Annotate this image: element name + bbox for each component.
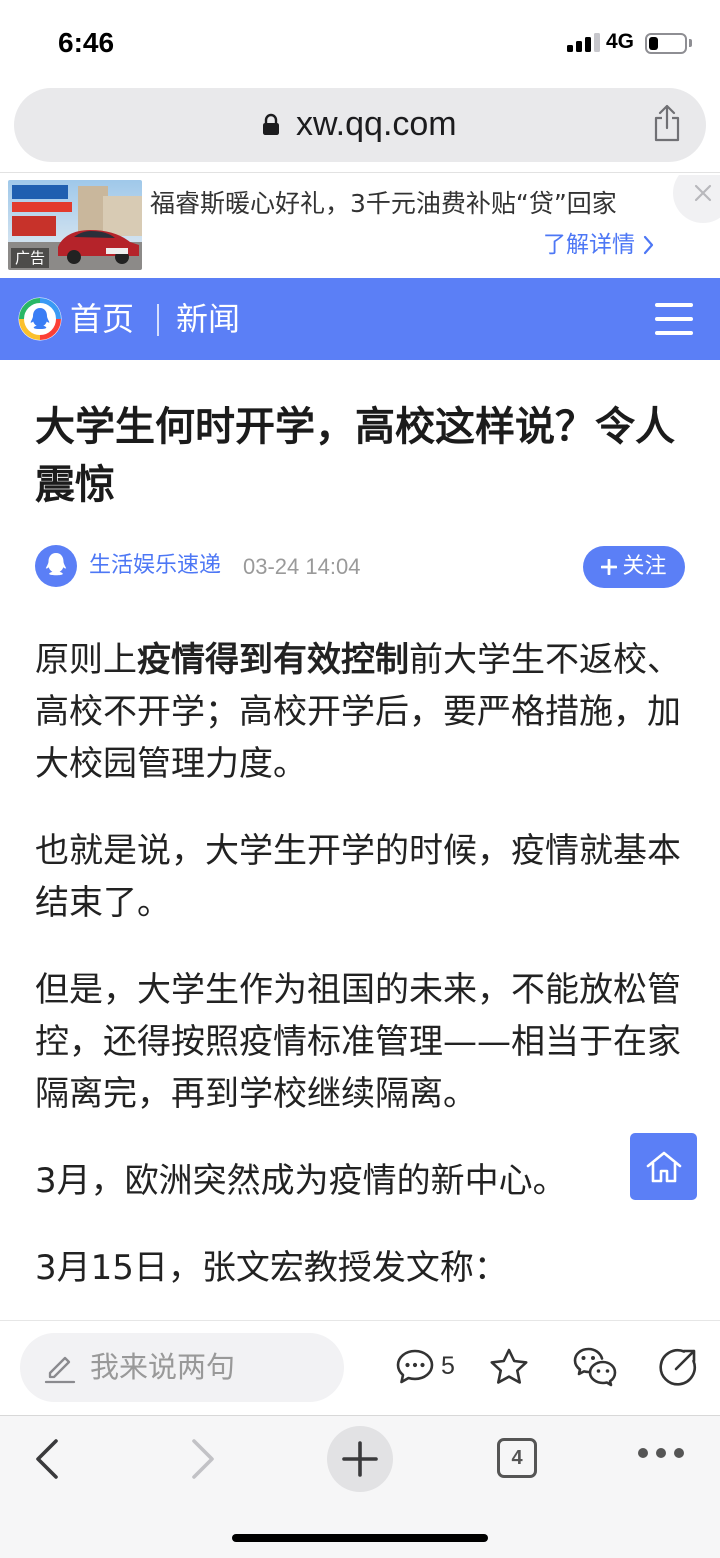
article-title: 大学生何时开学，高校这样说？令人震惊: [35, 404, 675, 508]
plus-icon: [342, 1441, 378, 1477]
comment-icon[interactable]: [395, 1348, 435, 1386]
wechat-icon[interactable]: [572, 1346, 618, 1388]
floating-home-button[interactable]: [630, 1133, 697, 1200]
lock-icon: [262, 113, 280, 136]
ad-learn-more-link[interactable]: 了解详情: [543, 229, 654, 261]
comment-bar: 我来说两句 5: [0, 1320, 720, 1415]
url-text[interactable]: xw.qq.com: [296, 104, 457, 144]
ad-text[interactable]: 福睿斯暖心好礼，3千元油费补贴“贷”回家: [150, 187, 665, 221]
chevron-right-icon: [643, 235, 654, 255]
author-name[interactable]: 生活娱乐速递: [89, 552, 221, 580]
share-icon[interactable]: [658, 1347, 698, 1387]
article-paragraph: 原则上疫情得到有效控制前大学生不返校、高校不开学；高校开学后，要严格措施，加大校…: [35, 634, 685, 790]
article-paragraph: 3月15日，张文宏教授发文称：: [35, 1242, 685, 1294]
tab-count: 4: [511, 1446, 523, 1469]
qq-news-logo-icon[interactable]: [18, 297, 62, 341]
browser-toolbar: 4: [0, 1415, 720, 1558]
share-icon[interactable]: [652, 104, 682, 142]
signal-bar: [567, 45, 573, 52]
paragraph-text: 3月15日，张文宏教授发文称：: [35, 1248, 508, 1288]
edit-icon: [44, 1350, 76, 1384]
ad-close-button[interactable]: [673, 175, 720, 223]
ad-cta-label: 了解详情: [543, 232, 635, 258]
status-bar: 6:46 4G: [0, 0, 720, 86]
article-body: 原则上疫情得到有效控制前大学生不返校、高校不开学；高校开学后，要严格措施，加大校…: [35, 634, 685, 1320]
home-indicator[interactable]: [232, 1534, 488, 1542]
battery-cap: [689, 39, 692, 47]
nav-divider: [157, 304, 159, 336]
ad-banner[interactable]: 广告 福睿斯暖心好礼，3千元油费补贴“贷”回家 了解详情: [0, 175, 720, 275]
forward-icon[interactable]: [190, 1438, 216, 1480]
dot: [638, 1448, 648, 1458]
star-icon[interactable]: [489, 1347, 529, 1385]
comment-count[interactable]: 5: [441, 1350, 455, 1382]
menu-line: [655, 331, 693, 335]
article-paragraph: 3月，欧洲突然成为疫情的新中心。: [35, 1155, 685, 1207]
battery-level: [649, 37, 658, 50]
more-icon[interactable]: [638, 1446, 686, 1460]
dot: [656, 1448, 666, 1458]
signal-icon: [567, 31, 600, 52]
site-header: 首页 新闻: [0, 278, 720, 360]
divider: [0, 172, 720, 173]
status-time: 6:46: [58, 27, 115, 58]
article-paragraph: 也就是说，大学生开学的时候，疫情就基本结束了。: [35, 825, 685, 929]
dot: [674, 1448, 684, 1458]
tabs-icon[interactable]: 4: [497, 1438, 537, 1478]
paragraph-text: 3月，欧洲突然成为疫情的新中心。: [35, 1161, 567, 1201]
menu-line: [655, 317, 693, 321]
ad-image[interactable]: 广告: [8, 180, 142, 270]
network-type: 4G: [606, 30, 635, 53]
ad-badge: 广告: [11, 248, 50, 268]
battery-icon: [645, 33, 687, 54]
paragraph-emphasis: 疫情得到有效控制: [137, 640, 409, 680]
nav-home-link[interactable]: 首页: [70, 299, 134, 339]
paragraph-text: 原则上: [35, 640, 137, 680]
signal-bar: [594, 33, 600, 52]
menu-line: [655, 303, 693, 307]
follow-button[interactable]: 关注: [583, 546, 685, 588]
signal-bar: [585, 37, 591, 52]
paragraph-text: 也就是说，大学生开学的时候，疫情就基本结束了。: [35, 831, 681, 923]
publish-time: 03-24 14:04: [243, 554, 361, 579]
hamburger-menu-icon[interactable]: [655, 303, 693, 335]
comment-input[interactable]: 我来说两句: [20, 1333, 344, 1402]
plus-icon: [601, 559, 618, 575]
address-bar[interactable]: xw.qq.com: [14, 88, 706, 162]
comment-placeholder: 我来说两句: [90, 1350, 236, 1384]
new-tab-button[interactable]: [327, 1426, 393, 1492]
home-icon: [645, 1150, 683, 1184]
paragraph-text: 但是，大学生作为祖国的未来，不能放松管控，还得按照疫情标准管理——相当于在家隔离…: [35, 970, 681, 1114]
signal-bar: [576, 41, 582, 52]
author-avatar[interactable]: [35, 545, 77, 587]
back-icon[interactable]: [34, 1438, 60, 1480]
follow-label: 关注: [622, 554, 667, 579]
article-paragraph: 但是，大学生作为祖国的未来，不能放松管控，还得按照疫情标准管理——相当于在家隔离…: [35, 964, 685, 1120]
nav-section-label[interactable]: 新闻: [176, 299, 240, 339]
